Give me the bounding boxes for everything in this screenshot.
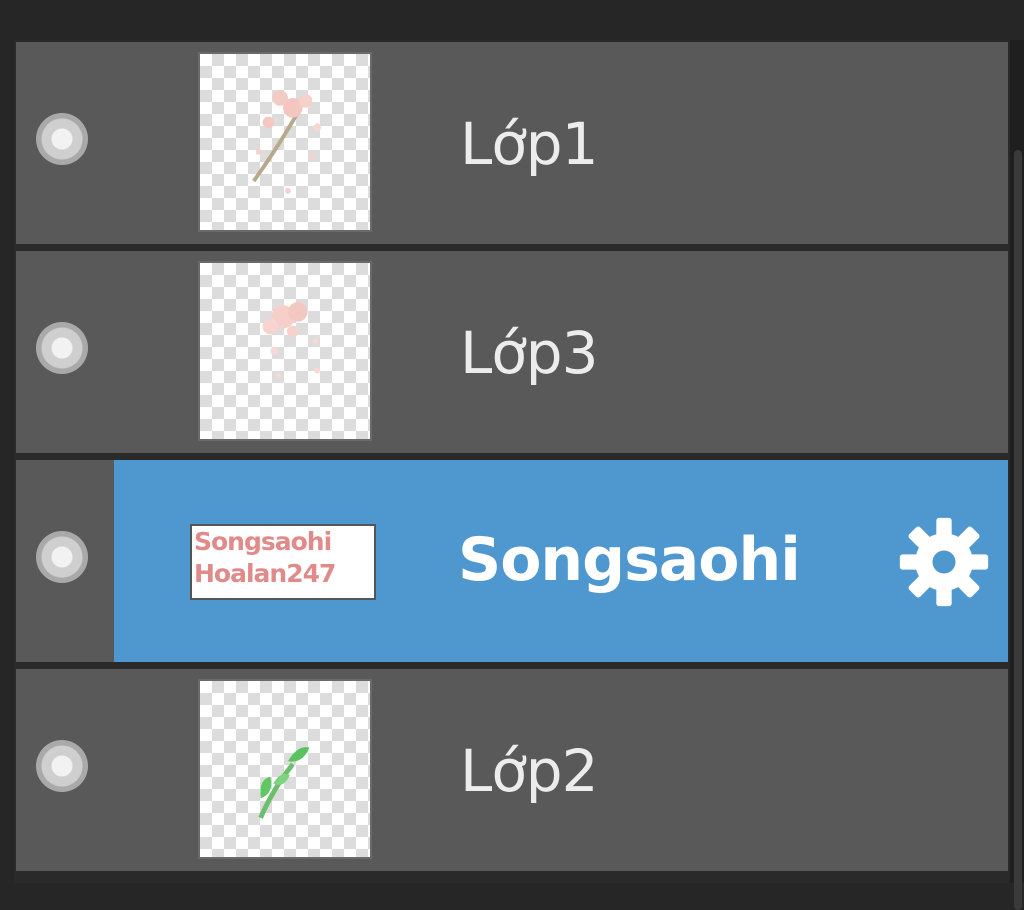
text-layer-thumbnail: Songsaohi Hoalan247: [190, 524, 376, 600]
layer-row-lop3[interactable]: Lớp3: [16, 251, 1008, 453]
scrollbar[interactable]: [1010, 40, 1024, 910]
layer-thumbnail: [198, 261, 372, 441]
layer-name: Lớp1: [460, 110, 599, 178]
visibility-toggle-icon[interactable]: [36, 531, 88, 583]
visibility-toggle-icon[interactable]: [36, 322, 88, 374]
layer-name: Lớp3: [460, 319, 599, 387]
flower-branch-icon: [252, 90, 322, 194]
layer-name: Songsaohi: [458, 525, 801, 595]
green-leaf-icon: [258, 747, 310, 819]
thumbnail-text-line: Songsaohi: [194, 527, 332, 556]
layer-name: Lớp2: [460, 737, 599, 805]
visibility-toggle-icon[interactable]: [36, 740, 88, 792]
gear-icon[interactable]: [896, 514, 992, 610]
pink-flower-icon: [262, 302, 321, 379]
visibility-toggle-icon[interactable]: [36, 113, 88, 165]
layer-thumbnail: [198, 679, 372, 859]
layer-row-lop1[interactable]: Lớp1: [16, 42, 1008, 244]
scrollbar-thumb[interactable]: [1014, 150, 1022, 910]
layer-row-songsaohi[interactable]: Songsaohi Hoalan247 Songsaohi: [16, 460, 1008, 662]
layer-thumbnail: [198, 52, 372, 232]
thumbnail-text-line: Hoalan247: [194, 559, 336, 588]
layer-row-lop2[interactable]: Lớp2: [16, 669, 1008, 871]
